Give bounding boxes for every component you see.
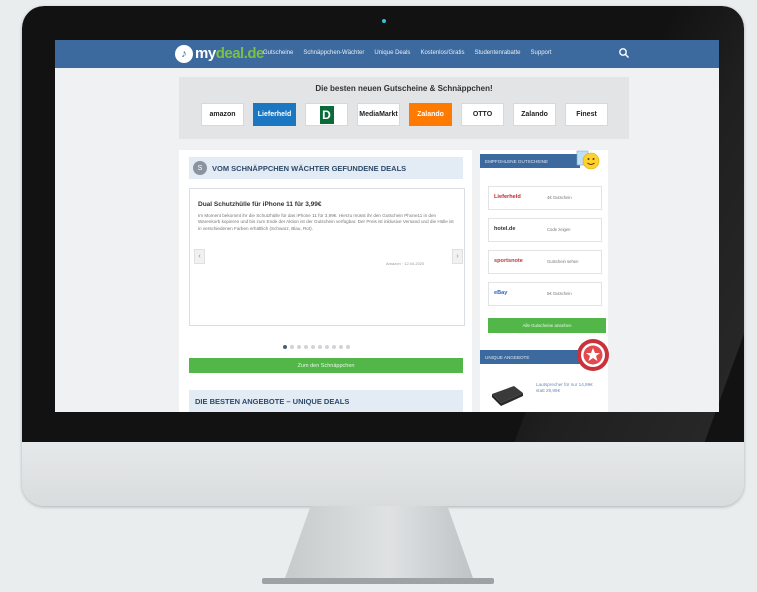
nav-item-kostenlos[interactable]: Kostenlos/Gratis (420, 50, 464, 56)
brand-zalando-orange[interactable]: Zalando (409, 103, 452, 126)
nav-item-gutscheine[interactable]: Gutscheine (263, 50, 293, 56)
carousel-dot[interactable] (297, 345, 301, 349)
section-header-unique: DIE BESTEN ANGEBOTE – UNIQUE DEALS (189, 390, 463, 412)
main-content: S VOM SCHNÄPPCHEN WÄCHTER GEFUNDENE DEAL… (179, 150, 472, 412)
deal-description: Im Moment bekommt ihr die Schutzhülle fü… (198, 213, 454, 231)
monitor-stand-base (262, 578, 494, 584)
section-title-deals: VOM SCHNÄPPCHEN WÄCHTER GEFUNDENE DEALS (212, 163, 407, 173)
carousel-dot[interactable] (290, 345, 294, 349)
carousel-dot[interactable] (318, 345, 322, 349)
section-header-deals: S VOM SCHNÄPPCHEN WÄCHTER GEFUNDENE DEAL… (189, 157, 463, 179)
all-coupons-button[interactable]: Alle Gutscheine ansehen (488, 318, 606, 333)
shop-logo-ebay: eBay (494, 290, 508, 296)
shop-row-hotel[interactable]: hotel.de Code zeigen (488, 218, 602, 242)
nav-item-unique-deals[interactable]: Unique Deals (374, 50, 410, 56)
screen: ♪ mydeal.de Gutscheine Schnäppchen-Wächt… (55, 40, 719, 412)
shop-row-lieferheld[interactable]: Lieferheld 4€ Gutschein (488, 186, 602, 210)
brand-douglas[interactable]: D (305, 103, 348, 126)
shop-text-ebay: 5€ Gutschein (547, 291, 572, 296)
deals-icon: S (193, 161, 207, 175)
monitor-chin (22, 442, 744, 506)
brand-otto[interactable]: OTTO (461, 103, 504, 126)
carousel-dot[interactable] (346, 345, 350, 349)
brand-amazon[interactable]: amazon (201, 103, 244, 126)
site-logo[interactable]: mydeal.de (195, 45, 264, 62)
shop-row-sportsnote[interactable]: sportsnote Gutschein sehen (488, 250, 602, 274)
monitor-stand (284, 506, 474, 581)
carousel-dot[interactable] (339, 345, 343, 349)
brand-lieferheld[interactable]: Lieferheld (253, 103, 296, 126)
product-image[interactable] (490, 384, 524, 406)
shop-logo-sportsnote: sportsnote (494, 258, 523, 264)
sidebar-coupons: EMPFOHLENE GUTSCHEINE Lieferheld 4€ Guts… (480, 150, 608, 350)
brand-finest[interactable]: Finest (565, 103, 608, 126)
nav-item-schnaeppchen-waechter[interactable]: Schnäppchen-Wächter (303, 50, 364, 56)
carousel-dot[interactable] (311, 345, 315, 349)
shop-logo-hotel: hotel.de (494, 226, 516, 232)
sidebar-unique-header: UNIQUE ANGEBOTE (480, 350, 580, 364)
brand-strip: Die besten neuen Gutscheine & Schnäppche… (179, 77, 629, 139)
brand-list: amazon Lieferheld D MediaMarkt Zalando O… (201, 103, 608, 126)
carousel-dot[interactable] (332, 345, 336, 349)
section-title-unique: DIE BESTEN ANGEBOTE – UNIQUE DEALS (195, 396, 350, 406)
shop-text-sportsnote: Gutschein sehen (547, 259, 579, 264)
shop-logo-lieferheld: Lieferheld (494, 194, 521, 200)
brand-douglas-mark: D (319, 105, 334, 124)
deal-card[interactable]: Dual Schutzhülle für iPhone 11 für 3,99€… (189, 188, 465, 326)
search-icon[interactable] (618, 47, 630, 59)
sidebar-unique: UNIQUE ANGEBOTE Lautsprecher für nur 14,… (480, 339, 609, 412)
nav-menu: Gutscheine Schnäppchen-Wächter Unique De… (263, 50, 552, 56)
shop-text-lieferheld: 4€ Gutschein (547, 195, 572, 200)
brand-mediamarkt[interactable]: MediaMarkt (357, 103, 400, 126)
logo-icon[interactable]: ♪ (175, 45, 193, 63)
carousel-next-button[interactable]: › (452, 249, 463, 264)
logo-suffix: deal.de (215, 45, 265, 62)
product-link[interactable]: Lautsprecher für nur 14,99€ statt 29,99€ (536, 382, 602, 394)
carousel-dots (283, 345, 350, 349)
brand-zalando[interactable]: Zalando (513, 103, 556, 126)
sidebar-coupons-header: EMPFOHLENE GUTSCHEINE (480, 154, 580, 168)
nav-item-support[interactable]: Support (531, 50, 552, 56)
carousel-dot[interactable] (325, 345, 329, 349)
nav-item-studentenrabatte[interactable]: Studentenrabatte (474, 50, 520, 56)
carousel-dot[interactable] (304, 345, 308, 349)
deal-title[interactable]: Dual Schutzhülle für iPhone 11 für 3,99€ (198, 201, 322, 208)
top-navbar: ♪ mydeal.de Gutscheine Schnäppchen-Wächt… (55, 40, 719, 68)
carousel-prev-button[interactable]: ‹ (194, 249, 205, 264)
shop-row-ebay[interactable]: eBay 5€ Gutschein (488, 282, 602, 306)
deal-meta: Amazon · 12.04.2020 (386, 261, 425, 266)
shop-text-hotel: Code zeigen (547, 227, 571, 232)
brand-strip-title: Die besten neuen Gutscheine & Schnäppche… (315, 84, 493, 93)
camera-icon (382, 19, 386, 23)
carousel-dot[interactable] (283, 345, 287, 349)
seal-badge-icon (577, 339, 609, 371)
logo-prefix: my (195, 45, 216, 62)
all-deals-button[interactable]: Zum den Schnäppchen (189, 358, 463, 373)
smiley-icon (576, 150, 600, 170)
